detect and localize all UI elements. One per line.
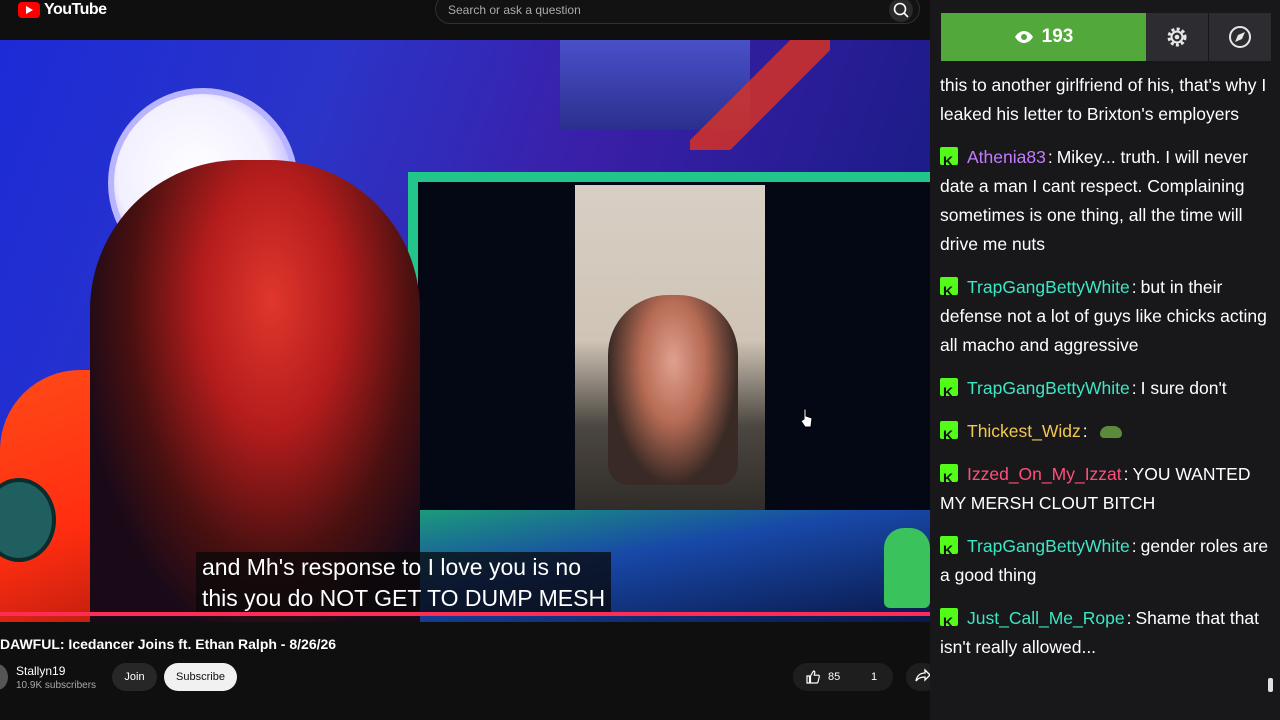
chat-message: TrapGangBettyWhite:gender roles are a go… [940,532,1270,590]
video-title: DAWFUL: Icedancer Joins ft. Ethan Ralph … [0,636,337,652]
dislike-count[interactable]: 1 [871,671,877,683]
avatar[interactable] [0,664,8,690]
chat-header: 193 [941,13,1271,61]
kick-badge-icon [940,421,958,450]
youtube-logo[interactable]: YouTube [18,0,107,20]
search-placeholder: Search or ask a question [448,3,581,17]
gear-icon [1167,27,1187,47]
chat-message: Athenia83:Mikey... truth. I will never d… [940,143,1270,259]
kick-badge-icon [940,147,958,176]
chat-message-text: I sure don't [1140,378,1227,398]
chat-message: Izzed_On_My_Izzat:YOU WANTED MY MERSH CL… [940,460,1270,518]
like-count: 85 [828,671,841,683]
chat-username[interactable]: Izzed_On_My_Izzat [967,464,1122,484]
chat-panel: 193 this to another girlfriend of his, t… [930,0,1280,720]
search-input[interactable]: Search or ask a question [435,0,920,24]
top-bar: YouTube Search or ask a question [0,0,930,28]
search-icon [893,2,909,18]
video-player[interactable]: and Mh's response to I love you is no th… [0,40,930,622]
chat-message: this to another girlfriend of his, that'… [940,71,1270,129]
chat-username[interactable]: TrapGangBettyWhite [967,378,1130,398]
chat-username[interactable]: Athenia83 [967,147,1046,167]
chat-username[interactable]: Just_Call_Me_Rope [967,608,1125,628]
chat-message-text: this to another girlfriend of his, that'… [940,75,1267,124]
video-scene-v-decor [690,40,830,150]
frog-emote-icon [1099,426,1122,438]
kick-badge-icon [940,608,958,637]
chat-message: TrapGangBettyWhite:I sure don't [940,374,1270,407]
chat-message: Just_Call_Me_Rope:Shame that that isn't … [940,604,1270,662]
like-dislike-group: 85 1 [793,663,893,691]
video-caption: and Mh's response to I love you is no th… [196,552,612,614]
youtube-logo-text: YouTube [44,1,107,18]
video-scene-guest [608,295,738,485]
chat-message: Thickest_Widz: [940,417,1270,450]
subscriber-count: 10.9K subscribers [16,680,97,691]
eye-icon [1014,31,1033,43]
youtube-play-icon [18,2,40,18]
chat-username[interactable]: Thickest_Widz [967,421,1081,441]
mouse-pointer-icon [800,408,813,428]
chat-message: TrapGangBettyWhite:but in their defense … [940,273,1270,360]
compass-icon [1229,26,1251,48]
chat-scrollbar[interactable] [1268,678,1273,692]
kick-badge-icon [940,464,958,493]
kick-badge-icon [940,277,958,306]
kick-badge-icon [940,378,958,407]
video-scene-frog-figure [884,528,930,608]
viewer-count-badge: 193 [941,13,1146,61]
search-button[interactable] [889,0,913,22]
video-progress-bar[interactable] [0,612,930,616]
subscribe-button[interactable]: Subscribe [164,663,237,691]
caption-line: this you do NOT GET TO DUMP MESH [202,585,606,611]
thumbs-up-icon[interactable] [805,669,821,685]
chat-settings-button[interactable] [1146,13,1208,61]
channel-name[interactable]: Stallyn19 [16,664,65,678]
chat-username[interactable]: TrapGangBettyWhite [967,277,1130,297]
viewer-count: 193 [1041,26,1074,47]
join-button[interactable]: Join [112,663,157,691]
chat-popout-button[interactable] [1209,13,1271,61]
chat-message-list: this to another girlfriend of his, that'… [940,71,1270,676]
caption-line: and Mh's response to I love you is no [202,554,581,580]
kick-badge-icon [940,536,958,565]
chat-username[interactable]: TrapGangBettyWhite [967,536,1130,556]
